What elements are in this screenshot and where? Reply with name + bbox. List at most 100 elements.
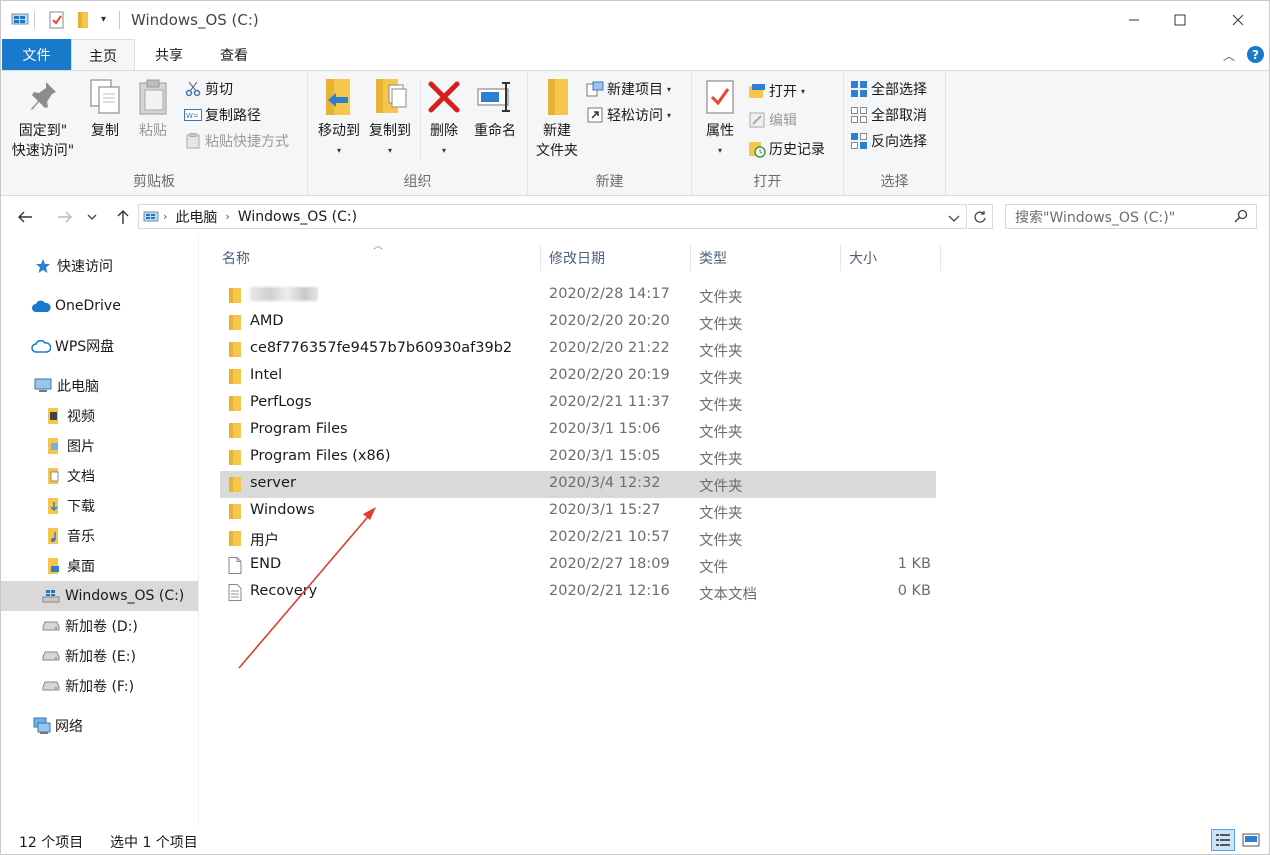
paste-button[interactable]: 粘贴 [131, 75, 175, 141]
tab-file[interactable]: 文件 [2, 39, 71, 70]
nav-drive-c[interactable]: Windows_OS (C:) [1, 581, 198, 611]
collapse-ribbon-icon[interactable]: ︿ [1223, 47, 1235, 64]
details-view-icon [1216, 834, 1230, 846]
forward-button[interactable] [53, 205, 77, 229]
address-dropdown-icon[interactable] [948, 211, 960, 227]
nav-videos[interactable]: 视频 [1, 401, 198, 431]
cut-label: 剪切 [205, 82, 233, 98]
nav-quick-access[interactable]: 快速访问 [1, 251, 198, 281]
customize-quick-access-icon[interactable]: ▾ [101, 14, 106, 25]
nav-desktop[interactable]: 桌面 [1, 551, 198, 581]
new-folder-button[interactable]: 新建 文件夹 [532, 75, 582, 161]
invert-selection-icon [850, 132, 868, 150]
address-bar[interactable]: › 此电脑 › Windows_OS (C:) [138, 204, 967, 229]
edit-label: 编辑 [769, 113, 797, 129]
delete-button[interactable]: 删除 ▾ [424, 75, 464, 161]
search-input[interactable]: 搜索"Windows_OS (C:)" [1005, 204, 1257, 229]
select-all-button[interactable]: 全部选择 [850, 77, 927, 101]
video-folder-icon [43, 406, 63, 426]
title-bar: ▾ Windows_OS (C:) [1, 1, 1269, 39]
move-to-icon [319, 75, 359, 119]
select-group-label: 选择 [880, 174, 909, 190]
nav-onedrive[interactable]: OneDrive [1, 291, 198, 321]
copy-path-label: 复制路径 [205, 108, 261, 124]
breadcrumb-this-pc[interactable]: 此电脑 [175, 207, 217, 227]
move-to-label: 移动到 [318, 123, 360, 139]
tab-view[interactable]: 查看 [201, 39, 267, 70]
nav-drive-e[interactable]: 新加卷 (E:) [1, 641, 198, 671]
close-icon [1232, 14, 1244, 26]
invert-selection-label: 反向选择 [871, 134, 927, 150]
copy-to-button[interactable]: 复制到 ▾ [364, 75, 416, 161]
breadcrumb-chevron-icon[interactable]: › [163, 210, 167, 223]
nav-downloads[interactable]: 下载 [1, 491, 198, 521]
back-button[interactable] [13, 205, 37, 229]
paste-shortcut-icon [184, 132, 202, 150]
this-pc-small-icon [143, 210, 159, 224]
up-button[interactable] [111, 205, 135, 229]
network-icon [31, 716, 51, 736]
large-icons-view-button[interactable] [1239, 829, 1263, 851]
large-icons-view-icon [1242, 833, 1260, 847]
history-button[interactable]: 历史记录 [748, 137, 825, 161]
breadcrumb-drive-c[interactable]: Windows_OS (C:) [238, 209, 357, 225]
rename-button[interactable]: 重命名 [468, 75, 522, 141]
properties-button[interactable]: 属性 ▾ [698, 75, 742, 161]
pin-label-2: 快速访问" [11, 143, 75, 159]
open-label: 打开 [769, 84, 797, 100]
nav-music[interactable]: 音乐 [1, 521, 198, 551]
delete-label: 删除 [430, 123, 458, 139]
nav-documents[interactable]: 文档 [1, 461, 198, 491]
easy-access-button[interactable]: 轻松访问 ▾ [586, 103, 671, 127]
nav-network[interactable]: 网络 [1, 711, 198, 741]
properties-quick-icon[interactable] [49, 11, 65, 33]
copy-button[interactable]: 复制 [83, 75, 127, 141]
open-folder-icon [748, 82, 766, 100]
drive-icon [41, 676, 61, 696]
new-item-button[interactable]: 新建项目 ▾ [586, 77, 671, 101]
help-icon[interactable]: ? [1247, 46, 1264, 63]
nav-wps-drive[interactable]: WPS网盘 [1, 331, 198, 361]
downloads-folder-icon [43, 496, 63, 516]
close-button[interactable] [1215, 1, 1261, 39]
music-folder-icon [43, 526, 63, 546]
clipboard-group: 固定到" 快速访问" 复制 粘贴 剪切 W= 复制路径 粘贴快捷方式 剪贴板 [1, 71, 308, 195]
nav-drive-f[interactable]: 新加卷 (F:) [1, 671, 198, 701]
maximize-button[interactable] [1157, 1, 1203, 39]
properties-icon [700, 75, 740, 119]
refresh-button[interactable] [968, 204, 993, 229]
recent-locations-button[interactable] [83, 205, 101, 229]
explorer-app-icon[interactable] [11, 11, 29, 31]
copy-path-icon: W= [184, 106, 202, 124]
window-title: Windows_OS (C:) [131, 11, 259, 29]
refresh-icon [974, 210, 986, 223]
selected-count: 选中 1 个项目 [110, 835, 198, 851]
tab-home[interactable]: 主页 [71, 39, 135, 71]
select-none-button[interactable]: 全部取消 [850, 103, 927, 127]
open-button[interactable]: 打开 ▾ [748, 79, 805, 103]
paste-shortcut-button[interactable]: 粘贴快捷方式 [184, 129, 289, 153]
delete-x-icon [424, 75, 464, 119]
select-none-label: 全部取消 [871, 108, 927, 124]
pin-quick-access-button[interactable]: 固定到" 快速访问" [9, 75, 77, 161]
edit-button[interactable]: 编辑 [748, 108, 797, 132]
svg-text:W=: W= [186, 112, 199, 120]
ribbon: 固定到" 快速访问" 复制 粘贴 剪切 W= 复制路径 粘贴快捷方式 剪贴板 移… [1, 70, 1269, 196]
cut-button[interactable]: 剪切 [184, 77, 233, 101]
breadcrumb-chevron-icon[interactable]: › [225, 210, 229, 223]
nav-drive-d[interactable]: 新加卷 (D:) [1, 611, 198, 641]
select-group: 全部选择 全部取消 反向选择 选择 [844, 71, 946, 195]
minimize-button[interactable] [1111, 1, 1157, 39]
forward-arrow-icon [58, 211, 72, 223]
new-folder-quick-icon[interactable] [76, 11, 92, 33]
search-placeholder: 搜索"Windows_OS (C:)" [1015, 209, 1176, 226]
copy-path-button[interactable]: W= 复制路径 [184, 103, 261, 127]
details-view-button[interactable] [1211, 829, 1235, 851]
windows-drive-icon [41, 586, 61, 606]
tab-share[interactable]: 共享 [137, 39, 201, 70]
new-folder-label-1: 新建 [543, 123, 571, 139]
move-to-button[interactable]: 移动到 ▾ [312, 75, 366, 161]
nav-pictures[interactable]: 图片 [1, 431, 198, 461]
invert-selection-button[interactable]: 反向选择 [850, 129, 927, 153]
nav-this-pc[interactable]: 此电脑 [1, 371, 198, 401]
